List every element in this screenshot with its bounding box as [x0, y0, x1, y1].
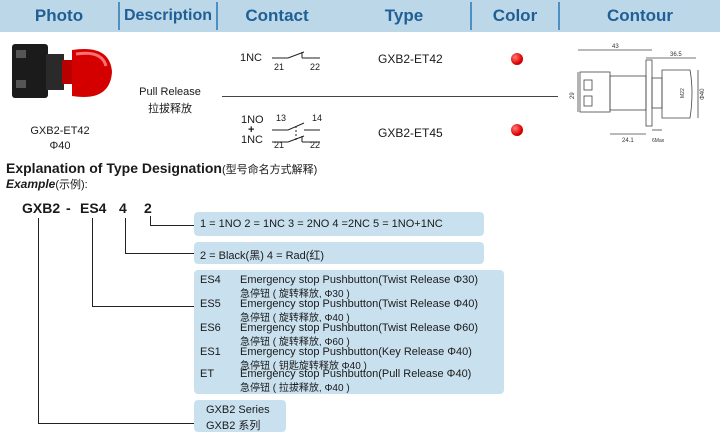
variant-divider	[222, 96, 558, 97]
dim-thread: M22	[680, 88, 686, 98]
connector-line	[150, 225, 194, 226]
type-et42: GXB2-ET42	[378, 52, 443, 66]
dim-total: 43	[612, 44, 619, 50]
color-red-dot	[511, 124, 523, 136]
header-contact: Contact	[245, 6, 309, 25]
type-code-box: ES4 Emergency stop Pushbutton(Twist Rele…	[194, 270, 504, 394]
color-red-dot	[511, 53, 523, 65]
color-code-text: 2 = Black(黑) 4 = Rad(红)	[200, 250, 325, 262]
color-code-box: 2 = Black(黑) 4 = Rad(红)	[194, 242, 484, 264]
connector-line	[125, 253, 194, 254]
product-model: GXB2-ET42	[30, 125, 90, 137]
code-type: ES4	[80, 200, 107, 216]
contour-drawing: 43 36.5 29 M22 Φ40 24.1 6Max	[570, 44, 706, 144]
connector-line	[92, 218, 93, 307]
connector-line	[38, 218, 39, 424]
contact-code-text: 1 = 1NO 2 = 1NC 3 = 2NO 4 =2NC 5 = 1NO+1…	[200, 218, 443, 230]
dim-head: 36.5	[670, 52, 682, 58]
header-type: Type	[384, 6, 424, 25]
series-cn: GXB2 系列	[206, 420, 261, 432]
type-code: ET	[200, 368, 215, 380]
product-diameter: Φ40	[49, 140, 71, 152]
code-series: GXB2	[22, 200, 61, 216]
header-description: Description	[123, 7, 212, 24]
type-desc-cn: 急停钮 ( 拉拔释放, Φ40 )	[240, 383, 350, 394]
type-code: ES6	[200, 322, 221, 334]
dim-base: 24.1	[622, 138, 634, 144]
contact-label-nc: 1NC	[240, 52, 263, 64]
designation-title-en: Explanation of Type Designation	[6, 160, 222, 176]
code-contact: 2	[144, 200, 152, 216]
type-code: ES5	[200, 298, 221, 310]
designation-title-cn: (型号命名方式解释)	[221, 164, 318, 176]
terminal-21: 21	[274, 62, 285, 72]
description-cn: 拉拔释放	[148, 103, 192, 115]
description-en: Pull Release	[139, 86, 201, 98]
example-label: Example(示例):	[6, 176, 88, 192]
dim-panel: 6Max	[652, 138, 665, 144]
terminal-22: 22	[310, 140, 321, 150]
header-contour: Contour	[606, 6, 674, 25]
code-color: 4	[119, 200, 127, 216]
contact-code-box: 1 = 1NO 2 = 1NC 3 = 2NO 4 =2NC 5 = 1NO+1…	[194, 212, 484, 236]
connector-line	[125, 218, 126, 254]
type-et45: GXB2-ET45	[378, 126, 443, 140]
designation-title: Explanation of Type Designation(型号命名方式解释…	[6, 160, 317, 177]
series-en: GXB2 Series	[206, 404, 270, 416]
pushbutton-photo	[12, 44, 112, 98]
dim-dia: Φ40	[700, 88, 706, 100]
header-photo: Photo	[34, 6, 84, 25]
type-code: ES1	[200, 346, 221, 358]
header-color: Color	[492, 6, 538, 25]
code-dash: -	[66, 200, 71, 216]
terminal-21: 21	[274, 140, 285, 150]
table-header: Photo Description Contact Type Color Con…	[0, 0, 720, 32]
dim-height: 29	[570, 92, 576, 99]
series-box: GXB2 Series GXB2 系列	[194, 400, 286, 432]
type-code: ES4	[200, 274, 221, 286]
example-label-cn: (示例):	[55, 179, 88, 191]
terminal-22: 22	[310, 62, 321, 72]
example-label-en: Example	[6, 177, 56, 191]
connector-line	[38, 423, 194, 424]
connector-line	[92, 306, 194, 307]
contact-label-nc: 1NC	[241, 134, 264, 146]
